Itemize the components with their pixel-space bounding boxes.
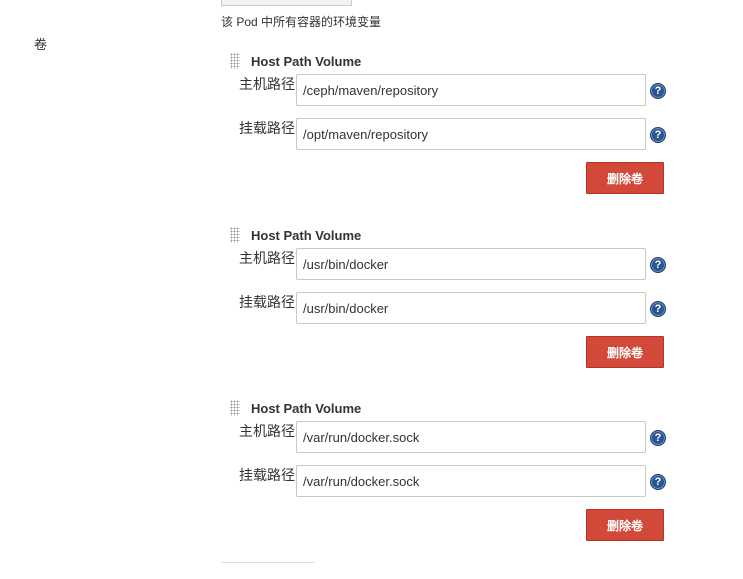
drag-handle-icon[interactable]: [230, 227, 240, 243]
add-volume-button-stub[interactable]: [221, 562, 315, 567]
help-icon[interactable]: ?: [650, 83, 666, 99]
volume-header: Host Path Volume: [230, 399, 361, 417]
help-icon[interactable]: ?: [650, 474, 666, 490]
mount-path-input[interactable]: [296, 292, 646, 324]
volume-title: Host Path Volume: [251, 227, 362, 243]
volume-header: Host Path Volume: [230, 226, 361, 244]
volumes-section-label: 卷: [34, 37, 48, 52]
mount-path-label: 挂载路径: [239, 294, 295, 310]
drag-handle-icon[interactable]: [230, 400, 240, 416]
help-icon[interactable]: ?: [650, 127, 666, 143]
mount-path-input[interactable]: [296, 465, 646, 497]
delete-volume-button[interactable]: 删除卷: [586, 162, 664, 194]
host-path-label: 主机路径: [239, 76, 295, 92]
host-path-input[interactable]: [296, 421, 646, 453]
host-path-volume-3: Host Path Volume 主机路径 ? 挂载路径 ? 删除卷: [230, 399, 670, 549]
delete-volume-button[interactable]: 删除卷: [586, 509, 664, 541]
drag-handle-icon[interactable]: [230, 53, 240, 69]
host-path-volume-1: Host Path Volume 主机路径 ? 挂载路径 ? 删除卷: [230, 52, 670, 202]
mount-path-input[interactable]: [296, 118, 646, 150]
volume-header: Host Path Volume: [230, 52, 361, 70]
previous-button-stub[interactable]: [221, 0, 352, 6]
help-icon[interactable]: ?: [650, 257, 666, 273]
host-path-volume-2: Host Path Volume 主机路径 ? 挂载路径 ? 删除卷: [230, 226, 670, 376]
delete-volume-button[interactable]: 删除卷: [586, 336, 664, 368]
mount-path-label: 挂载路径: [239, 467, 295, 483]
host-path-label: 主机路径: [239, 423, 295, 439]
host-path-label: 主机路径: [239, 250, 295, 266]
host-path-input[interactable]: [296, 74, 646, 106]
env-vars-description: 该 Pod 中所有容器的环境变量: [221, 15, 382, 29]
help-icon[interactable]: ?: [650, 430, 666, 446]
mount-path-label: 挂载路径: [239, 120, 295, 136]
volume-title: Host Path Volume: [251, 53, 362, 69]
host-path-input[interactable]: [296, 248, 646, 280]
help-icon[interactable]: ?: [650, 301, 666, 317]
volume-title: Host Path Volume: [251, 400, 362, 416]
